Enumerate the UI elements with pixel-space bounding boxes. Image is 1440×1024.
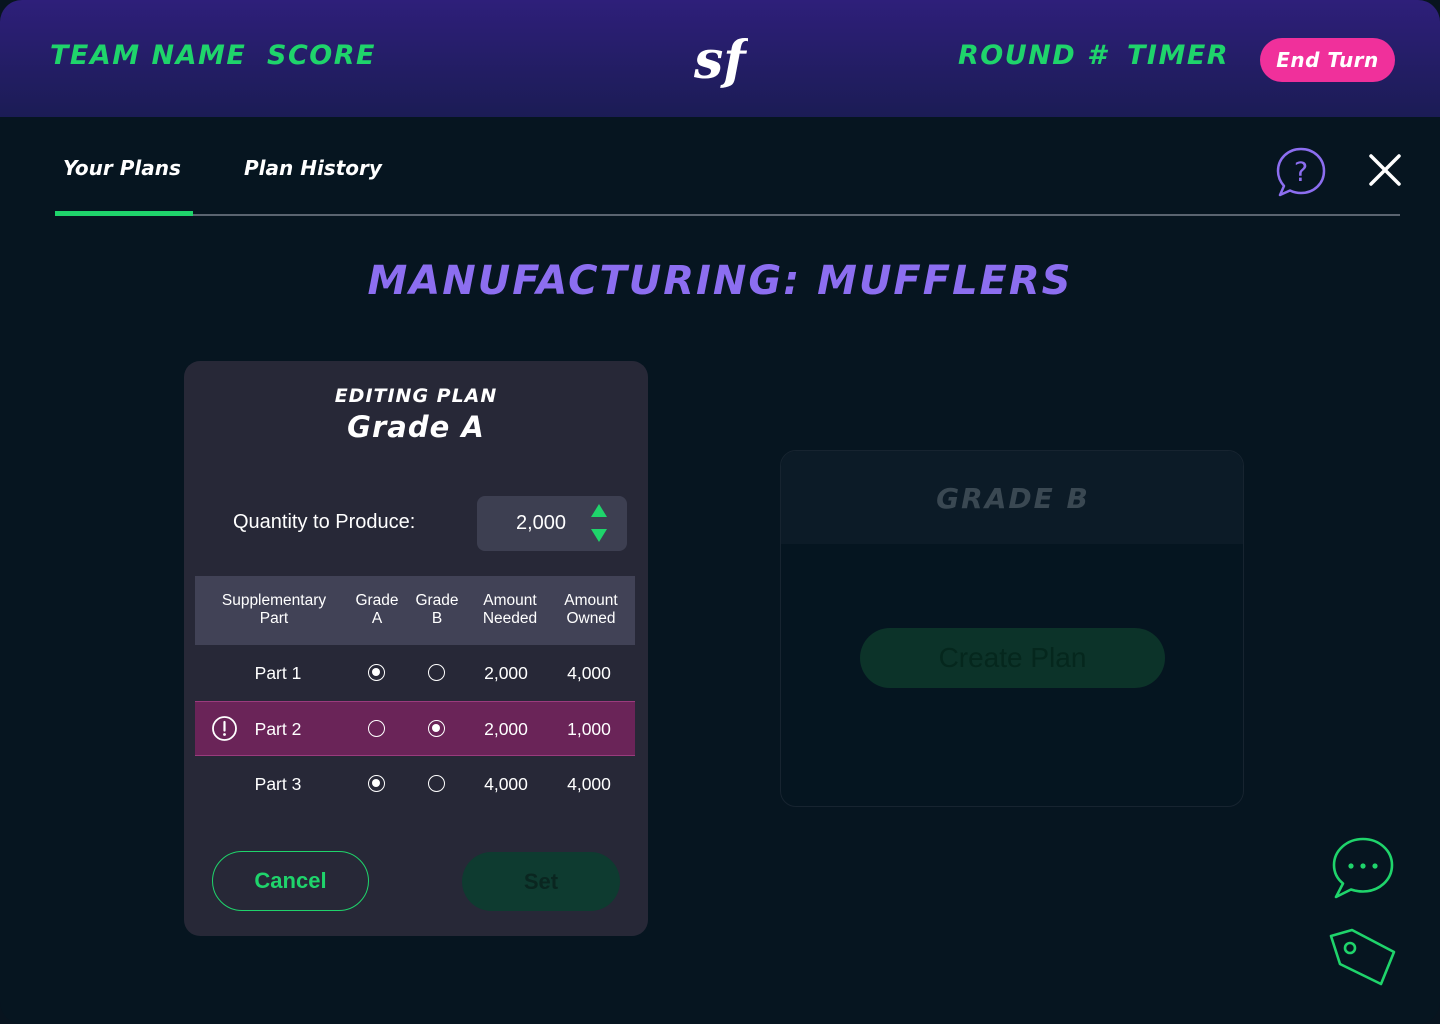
editing-plan-grade: Grade A	[347, 410, 485, 444]
header-grade-a: Grade A	[355, 592, 399, 627]
grade-a-radio[interactable]	[368, 775, 385, 792]
header-supplementary-part: Supplementary Part	[221, 592, 327, 627]
help-icon[interactable]: ?	[1275, 146, 1327, 198]
grade-b-title: GRADE B	[936, 482, 1090, 515]
grade-b-card-header: GRADE B	[781, 451, 1243, 544]
grade-b-radio[interactable]	[428, 775, 445, 792]
team-name: TEAM NAME	[50, 40, 247, 71]
top-bar: TEAM NAME SCORE sf ROUND # TIMER End Tur…	[0, 0, 1440, 117]
svg-text:?: ?	[1294, 157, 1308, 188]
warning-icon	[212, 716, 237, 741]
table-row-warning: Part 2 2,000 1,000	[195, 701, 635, 756]
tab-plan-history[interactable]: Plan History	[244, 156, 382, 180]
page-title: MANUFACTURING: MUFFLERS	[367, 258, 1073, 304]
timer-label: TIMER	[1127, 40, 1230, 71]
grade-b-radio[interactable]	[428, 664, 445, 681]
create-plan-button[interactable]: Create Plan	[860, 628, 1165, 688]
amount-needed: 2,000	[484, 719, 528, 739]
chat-icon[interactable]	[1330, 836, 1396, 902]
header-grade-b: Grade B	[415, 592, 459, 627]
table-header: Supplementary Part Grade A Grade B Amoun…	[195, 576, 635, 645]
score-label: SCORE	[267, 40, 376, 71]
app-frame: TEAM NAME SCORE sf ROUND # TIMER End Tur…	[0, 0, 1440, 1024]
grade-a-radio[interactable]	[368, 664, 385, 681]
editing-plan-card: EDITING PLAN Grade A Quantity to Produce…	[184, 361, 648, 936]
quantity-value[interactable]: 2,000	[477, 512, 605, 535]
quantity-stepper[interactable]: 2,000	[477, 496, 627, 551]
grade-b-radio[interactable]	[428, 720, 445, 737]
part-name: Part 3	[254, 774, 302, 794]
amount-owned: 4,000	[567, 774, 611, 794]
header-amount-owned: Amount Owned	[564, 592, 618, 627]
cancel-button[interactable]: Cancel	[212, 851, 369, 911]
increment-arrow-icon[interactable]	[591, 504, 607, 517]
svg-text:sf: sf	[693, 30, 748, 91]
part-name: Part 2	[254, 719, 302, 739]
amount-needed: 4,000	[484, 774, 528, 794]
sf-logo: sf	[693, 30, 748, 91]
part-name: Part 1	[254, 663, 302, 683]
tab-your-plans[interactable]: Your Plans	[63, 156, 181, 180]
end-turn-button[interactable]: End Turn	[1260, 38, 1395, 82]
amount-needed: 2,000	[484, 663, 528, 683]
price-tag-icon[interactable]	[1326, 926, 1400, 990]
header-amount-needed: Amount Needed	[482, 592, 538, 627]
close-icon[interactable]	[1366, 151, 1404, 189]
decrement-arrow-icon[interactable]	[591, 529, 607, 542]
amount-owned: 4,000	[567, 663, 611, 683]
active-tab-indicator	[55, 211, 193, 216]
round-label: ROUND #	[958, 40, 1108, 71]
table-row: Part 3 4,000 4,000	[195, 757, 635, 812]
amount-owned: 1,000	[567, 719, 611, 739]
quantity-label: Quantity to Produce:	[233, 511, 416, 533]
editing-plan-label: EDITING PLAN	[334, 385, 498, 407]
tabs-divider	[55, 214, 1400, 216]
grade-b-card: GRADE B Create Plan	[780, 450, 1244, 807]
table-row: Part 1 2,000 4,000	[195, 646, 635, 701]
grade-a-radio[interactable]	[368, 720, 385, 737]
set-button[interactable]: Set	[462, 852, 620, 911]
